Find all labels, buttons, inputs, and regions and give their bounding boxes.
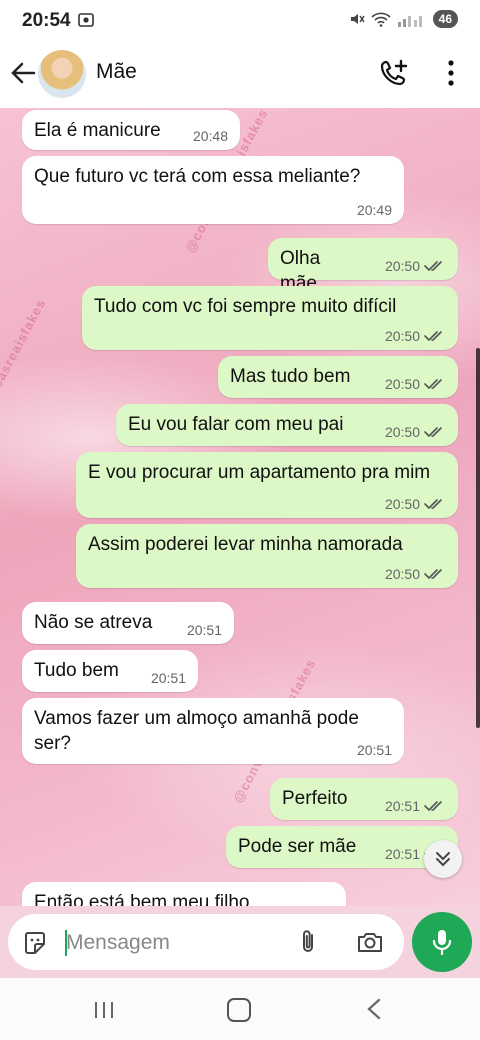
chat-area[interactable]: @conversasreaisfakes @conversasreaisfake…: [0, 108, 480, 906]
message-text: Eu vou falar com meu pai: [128, 414, 344, 435]
home-button[interactable]: [227, 998, 251, 1022]
outgoing-message[interactable]: Tudo com vc foi sempre muito difícil 20:5…: [82, 286, 458, 350]
outgoing-message[interactable]: Olha mãe 20:50: [268, 238, 458, 294]
incoming-message[interactable]: Tudo bem 20:51: [22, 650, 198, 692]
message-text: Mas tudo bem: [230, 366, 351, 387]
message-text: Tudo bem: [34, 660, 119, 681]
add-call-icon[interactable]: [380, 58, 410, 88]
double-check-icon: [424, 569, 442, 579]
outgoing-message[interactable]: Pode ser mãe 20:51: [226, 826, 458, 868]
outgoing-message[interactable]: Mas tudo bem 20:50: [218, 356, 458, 398]
message-timestamp: 20:51: [187, 622, 222, 638]
timestamp-text: 20:48: [192, 128, 228, 144]
outgoing-message[interactable]: Eu vou falar com meu pai 20:50: [116, 404, 458, 446]
more-options-icon[interactable]: [440, 58, 462, 88]
microphone-icon: [432, 930, 452, 956]
paperclip-icon[interactable]: [296, 929, 320, 955]
recent-apps-icon[interactable]: [93, 1000, 115, 1020]
incoming-message[interactable]: Que futuro vc terá com essa meliante? 20:…: [22, 156, 404, 224]
message-text: Vamos fazer um almoço amanhã pode ser?: [34, 708, 359, 754]
timestamp-text: 20:51: [384, 798, 420, 814]
nav-back-icon[interactable]: [366, 998, 382, 1020]
system-nav-bar: [0, 978, 480, 1040]
double-check-icon: [424, 261, 442, 271]
message-text: Pode ser mãe: [238, 836, 357, 857]
double-check-icon: [424, 331, 442, 341]
message-timestamp: 20:49: [357, 202, 392, 218]
sticker-icon[interactable]: [22, 930, 48, 956]
scrollbar[interactable]: [476, 348, 480, 728]
message-input[interactable]: [64, 926, 288, 960]
mic-button[interactable]: [412, 912, 472, 972]
double-check-icon: [424, 427, 442, 437]
double-chevron-down-icon: [436, 852, 450, 867]
incoming-message[interactable]: Ela é manicure 20:48: [22, 110, 240, 150]
message-timestamp: 20:51: [357, 742, 392, 758]
watermark: @conversasreaisfakes: [0, 296, 49, 446]
status-bar: 20:54 46: [0, 0, 480, 42]
message-input-pill: [8, 914, 404, 970]
timestamp-text: 20:50: [384, 566, 420, 582]
contact-name[interactable]: Mãe: [96, 60, 137, 84]
message-timestamp: 20:50: [385, 424, 446, 440]
message-timestamp: 20:50: [385, 566, 446, 582]
message-timestamp: 20:50: [385, 258, 446, 274]
timestamp-text: 20:50: [384, 496, 420, 512]
status-time: 20:54: [22, 10, 71, 31]
double-check-icon: [424, 801, 442, 811]
message-text: Perfeito: [282, 788, 348, 809]
timestamp-text: 20:50: [384, 328, 420, 344]
incoming-message[interactable]: Vamos fazer um almoço amanhã pode ser? 20…: [22, 698, 404, 764]
timestamp-text: 20:49: [356, 202, 392, 218]
composer: [0, 906, 480, 978]
battery-indicator: 46: [432, 10, 458, 28]
message-text: E vou procurar um apartamento pra mim: [88, 462, 431, 483]
message-timestamp: 20:50: [385, 376, 446, 392]
timestamp-text: 20:50: [384, 376, 420, 392]
outgoing-message[interactable]: Perfeito 20:51: [270, 778, 458, 820]
timestamp-text: 20:51: [356, 742, 392, 758]
message-text: Não se atreva: [34, 612, 153, 633]
chat-header: Mãe: [0, 42, 480, 108]
scroll-to-bottom-button[interactable]: [424, 840, 462, 878]
camera-icon[interactable]: [356, 929, 384, 955]
message-text: Tudo com vc foi sempre muito difícil: [94, 296, 397, 317]
timestamp-text: 20:51: [186, 622, 222, 638]
message-text: Que futuro vc terá com essa meliante?: [34, 166, 361, 187]
timestamp-text: 20:50: [384, 424, 420, 440]
outgoing-message[interactable]: E vou procurar um apartamento pra mim 20:…: [76, 452, 458, 518]
timestamp-text: 20:51: [384, 846, 420, 862]
message-timestamp: 20:51: [385, 798, 446, 814]
message-timestamp: 20:51: [151, 670, 186, 686]
message-text: Assim poderei levar minha namorada: [88, 534, 403, 555]
screen-record-icon: [78, 13, 94, 27]
message-text: Ela é manicure: [34, 120, 161, 141]
avatar[interactable]: [38, 50, 86, 98]
status-icons: 46: [349, 10, 458, 28]
message-timestamp: 20:50: [385, 496, 446, 512]
outgoing-message[interactable]: Assim poderei levar minha namorada 20:50: [76, 524, 458, 588]
timestamp-text: 20:51: [150, 670, 186, 686]
message-timestamp: 20:48: [193, 128, 228, 144]
timestamp-text: 20:50: [384, 258, 420, 274]
message-timestamp: 20:50: [385, 328, 446, 344]
signal-icon: [397, 16, 422, 27]
mute-icon: [350, 14, 365, 24]
back-arrow-icon[interactable]: [10, 60, 36, 86]
message-text: Então está bem meu filho: [34, 892, 250, 906]
wifi-icon: [371, 12, 391, 27]
double-check-icon: [424, 499, 442, 509]
incoming-message[interactable]: Então está bem meu filho: [22, 882, 346, 906]
incoming-message[interactable]: Não se atreva 20:51: [22, 602, 234, 644]
double-check-icon: [424, 379, 442, 389]
